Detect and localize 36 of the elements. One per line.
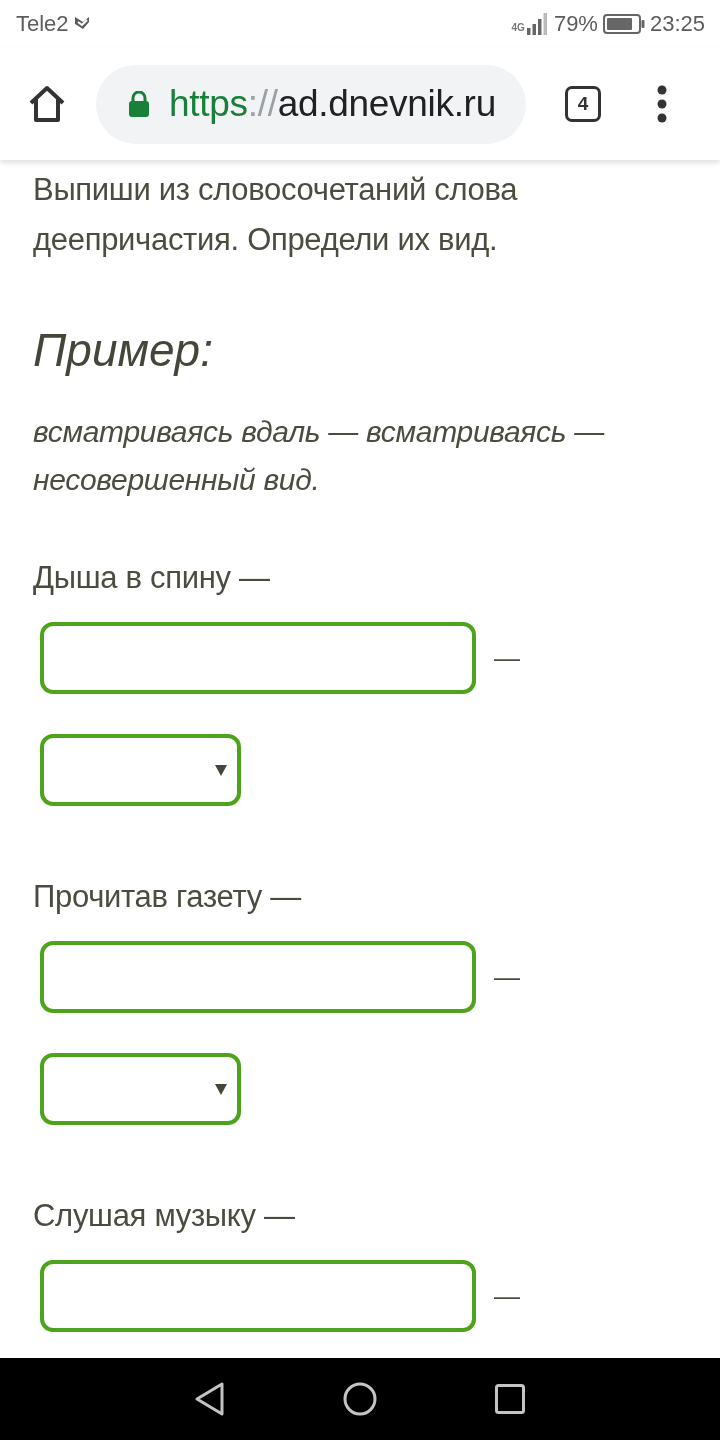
square-icon xyxy=(495,1384,525,1414)
checkmark-icon xyxy=(73,16,91,32)
menu-button[interactable] xyxy=(657,85,667,123)
caret-icon xyxy=(215,1083,227,1095)
tab-count-button[interactable]: 4 xyxy=(565,86,601,122)
dash-text: — xyxy=(494,642,520,674)
carrier-name: Tele2 xyxy=(16,11,69,37)
exercise-prompt: Дыша в спину — xyxy=(33,559,270,597)
home-icon xyxy=(28,85,66,123)
back-button[interactable] xyxy=(195,1382,225,1416)
recents-button[interactable] xyxy=(495,1384,525,1414)
network-type: 4G xyxy=(511,23,525,33)
signal-icon xyxy=(526,13,549,35)
select-field[interactable] xyxy=(40,734,241,806)
address-bar[interactable]: https://ad.dnevnik.ru xyxy=(96,64,526,144)
answer-field[interactable] xyxy=(40,1260,476,1332)
select-field[interactable] xyxy=(40,1053,241,1125)
task-instruction: Выпиши из словосочетаний слова деепричастия. Определи их вид. xyxy=(33,171,519,259)
home-button[interactable] xyxy=(28,85,66,123)
answer-field[interactable] xyxy=(40,941,476,1013)
exercise-prompt: Слушая музыку — xyxy=(33,1197,295,1235)
battery-icon xyxy=(602,14,645,34)
url-text: https://ad.dnevnik.ru xyxy=(169,83,496,125)
home-nav-button[interactable] xyxy=(343,1382,377,1416)
exercise-prompt: Прочитав газету — xyxy=(33,878,301,916)
dash-text: — xyxy=(494,1280,520,1312)
home-circle-icon xyxy=(343,1382,377,1416)
caret-icon xyxy=(215,764,227,776)
example-heading: Пример: xyxy=(33,323,213,378)
dash-text: — xyxy=(494,961,520,993)
battery-percent: 79% xyxy=(553,11,598,37)
answer-field[interactable] xyxy=(40,622,476,694)
clock-time: 23:25 xyxy=(649,11,705,37)
more-menu-icon xyxy=(657,85,667,123)
example-text: всматриваясь вдаль — всматриваясь — несовершенный вид. xyxy=(33,414,606,498)
back-triangle-icon xyxy=(195,1382,225,1416)
